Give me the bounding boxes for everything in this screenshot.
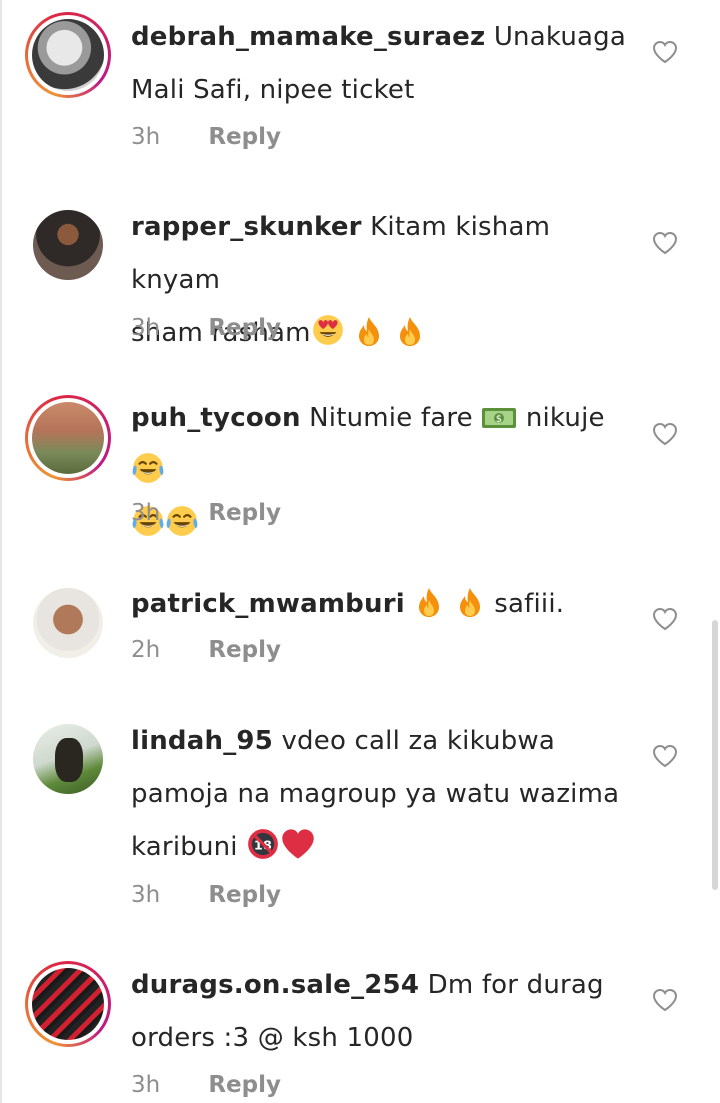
like-heart-icon[interactable]: [652, 988, 678, 1012]
like-heart-icon[interactable]: [652, 231, 678, 255]
comment-text: Unakuaga: [493, 22, 626, 52]
comment-timestamp: 2h: [131, 637, 161, 663]
fire-emoji: [359, 317, 380, 346]
comment-username[interactable]: lindah_95: [131, 726, 273, 756]
heart-eyes-emoji: [312, 315, 343, 345]
comment-text: Nitumie fare: [309, 403, 473, 433]
comment-text: Mali Safi, nipee ticket: [131, 75, 415, 105]
comment-username[interactable]: debrah_mamake_suraez: [131, 22, 485, 52]
left-edge-line: [0, 0, 2, 1103]
fire-emoji: [459, 588, 480, 617]
comment-username[interactable]: puh_tycoon: [131, 403, 301, 433]
comment-timestamp: 3h: [131, 1072, 161, 1098]
like-heart-icon[interactable]: [652, 40, 678, 64]
comment-text: vdeo call za kikubwa: [281, 726, 556, 756]
avatar[interactable]: [25, 961, 111, 1047]
comment-username[interactable]: durags.on.sale_254: [131, 970, 419, 1000]
avatar[interactable]: [25, 202, 111, 288]
comment-text: safiii.: [494, 589, 565, 619]
reply-button[interactable]: Reply: [208, 1072, 281, 1098]
reply-button[interactable]: Reply: [208, 124, 281, 150]
reply-button[interactable]: Reply: [208, 500, 281, 526]
comment-text: karibuni: [131, 832, 238, 862]
money-emoji: $: [482, 408, 517, 428]
avatar[interactable]: [25, 580, 111, 666]
comment-timestamp: 3h: [131, 124, 161, 150]
avatar[interactable]: [25, 395, 111, 481]
fire-emoji: [399, 317, 420, 346]
avatar[interactable]: [25, 716, 111, 802]
comment-text: Dm for durag: [427, 970, 604, 1000]
comment-text: pamoja na magroup ya watu wazima: [131, 779, 620, 809]
comment-username[interactable]: patrick_mwamburi: [131, 589, 405, 619]
like-heart-icon[interactable]: [652, 422, 678, 446]
like-heart-icon[interactable]: [652, 744, 678, 768]
like-heart-icon[interactable]: [652, 607, 678, 631]
avatar[interactable]: [25, 12, 111, 98]
comment-timestamp: 3h: [131, 500, 161, 526]
fire-emoji: [419, 588, 440, 617]
joy-emoji: [131, 452, 165, 484]
scrollbar[interactable]: [712, 620, 718, 890]
comment-timestamp: 3h: [131, 315, 161, 341]
no-under-18-emoji: 18: [248, 829, 279, 859]
comment-text: orders :3 @ ksh 1000: [131, 1023, 414, 1053]
comment-text: nikuje: [525, 403, 605, 433]
red-heart-emoji: [282, 829, 314, 859]
reply-button[interactable]: Reply: [208, 315, 281, 341]
reply-button[interactable]: Reply: [208, 637, 281, 663]
comment-timestamp: 3h: [131, 882, 161, 908]
reply-button[interactable]: Reply: [208, 882, 281, 908]
svg-text:$: $: [496, 414, 503, 425]
comment-username[interactable]: rapper_skunker: [131, 212, 362, 242]
